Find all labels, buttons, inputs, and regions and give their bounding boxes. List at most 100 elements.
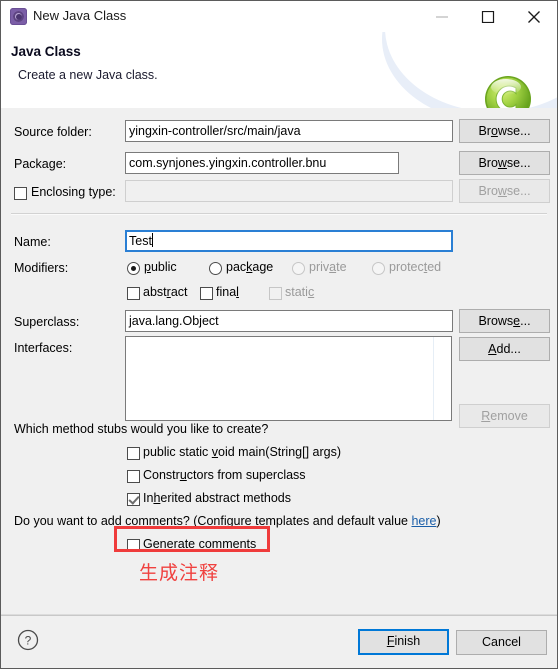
- mod-pre: pac: [226, 260, 247, 274]
- class-name-value: Test: [129, 234, 152, 248]
- modifier-radio-public[interactable]: [127, 262, 140, 275]
- mod-pre: protec: [389, 260, 424, 274]
- page-title: Java Class: [11, 44, 81, 59]
- modifiers-label: Modifiers:: [14, 261, 69, 275]
- comments-question-pre: Do you want to add comments? (Configure …: [14, 514, 412, 528]
- interfaces-scrollbar[interactable]: [433, 337, 451, 420]
- mod-mnemonic: l: [236, 285, 239, 299]
- interfaces-label: Interfaces:: [14, 341, 73, 355]
- new-java-class-dialog: New Java Class Java Class Create a new J…: [0, 0, 558, 669]
- stub-checkbox-constructors[interactable]: [127, 470, 140, 483]
- help-icon[interactable]: ?: [17, 629, 39, 651]
- modifier-label-private: private: [309, 260, 347, 274]
- browse-label-mnemonic: w: [497, 184, 507, 198]
- mod-post: act: [170, 285, 188, 299]
- package-browse-button[interactable]: Browse...: [459, 151, 550, 175]
- interfaces-add-button[interactable]: Add...: [459, 337, 550, 361]
- mod-pre: stati: [285, 285, 308, 299]
- gen-post: enerate comments: [152, 537, 257, 551]
- stub-pre: In: [143, 491, 154, 505]
- dialog-footer: ? Finish Cancel: [1, 614, 557, 668]
- browse-label-post: se...: [506, 184, 531, 198]
- browse-label-pre: Bro: [478, 156, 498, 170]
- finish-button[interactable]: Finish: [358, 629, 449, 655]
- mod-post: ublic: [150, 260, 177, 274]
- java-class-wizard-icon: [10, 8, 27, 25]
- superclass-label: Superclass:: [14, 315, 80, 329]
- remove-label-mnemonic: R: [481, 409, 491, 423]
- modifier-label-static: static: [285, 285, 314, 299]
- comments-question: Do you want to add comments? (Configure …: [14, 514, 441, 528]
- modifier-label-final: final: [216, 285, 239, 299]
- name-label: Name:: [14, 235, 51, 249]
- stub-label-main-method: public static void main(String[] args): [143, 445, 341, 459]
- modifier-checkbox-abstract[interactable]: [127, 287, 140, 300]
- mod-mnemonic: c: [307, 285, 315, 299]
- enclosing-type-browse-button[interactable]: Browse...: [459, 179, 550, 203]
- modifier-label-public: public: [144, 260, 177, 274]
- modifier-label-abstract: abstract: [143, 285, 188, 299]
- wizard-banner: Java Class Create a new Java class.: [1, 32, 557, 109]
- text-caret: [151, 233, 153, 247]
- title-bar: New Java Class: [1, 1, 557, 33]
- stub-post: oid main(String[] args): [218, 445, 341, 459]
- add-label-mnemonic: A: [488, 342, 497, 356]
- green-c-sphere-logo: [485, 76, 531, 108]
- window-title: New Java Class: [33, 8, 127, 23]
- enclosing-type-input[interactable]: [125, 180, 453, 202]
- modifier-checkbox-final[interactable]: [200, 287, 213, 300]
- enclosing-type-label: Enclosing type:: [31, 185, 116, 199]
- generate-comments-label: Generate comments: [143, 537, 256, 551]
- stub-checkbox-inherited-abstract[interactable]: [127, 493, 140, 506]
- annotation-text: 生成注释: [139, 563, 220, 584]
- stub-post: ctors from superclass: [186, 468, 306, 482]
- mod-post: te: [336, 260, 347, 274]
- gen-mnemonic: G: [143, 537, 153, 551]
- mod-post: age: [252, 260, 274, 274]
- stub-checkbox-main-method[interactable]: [127, 447, 140, 460]
- remove-label-post: emove: [490, 409, 528, 423]
- modifier-checkbox-static[interactable]: [269, 287, 282, 300]
- interfaces-remove-button[interactable]: Remove: [459, 404, 550, 428]
- package-label: Package:: [14, 157, 67, 171]
- enclosing-type-checkbox[interactable]: [14, 187, 27, 200]
- generate-comments-checkbox[interactable]: [127, 539, 140, 552]
- source-folder-browse-button[interactable]: Browse...: [459, 119, 550, 143]
- browse-label-post: wse...: [497, 124, 531, 138]
- finish-post: inish: [394, 634, 421, 648]
- mod-post: ed: [427, 260, 442, 274]
- modifier-radio-private[interactable]: [292, 262, 305, 275]
- browse-label-mnemonic: w: [497, 156, 507, 170]
- mod-pre: priv: [309, 260, 330, 274]
- browse-label-pre: Br: [478, 124, 491, 138]
- method-stubs-question: Which method stubs would you like to cre…: [14, 422, 269, 436]
- package-input[interactable]: com.synjones.yingxin.controller.bnu: [125, 152, 399, 174]
- modifier-radio-protected[interactable]: [372, 262, 385, 275]
- cancel-button[interactable]: Cancel: [456, 630, 547, 655]
- superclass-browse-button[interactable]: Browse...: [459, 309, 550, 333]
- modifier-label-package: package: [226, 260, 273, 274]
- stub-pre: public static: [143, 445, 212, 459]
- class-name-input[interactable]: Test: [125, 230, 453, 252]
- add-label-post: dd...: [496, 342, 521, 356]
- comments-question-post: ): [436, 514, 441, 528]
- mod-pre: fina: [216, 285, 237, 299]
- browse-label-post: ...: [520, 314, 531, 328]
- browse-label-post: se...: [506, 156, 531, 170]
- page-description: Create a new Java class.: [18, 68, 158, 82]
- mod-pre: abst: [143, 285, 167, 299]
- minimize-button[interactable]: [419, 1, 465, 32]
- maximize-button[interactable]: [465, 1, 511, 32]
- source-folder-input[interactable]: yingxin-controller/src/main/java: [125, 120, 453, 142]
- browse-label-mnemonic: o: [490, 124, 498, 138]
- configure-templates-link[interactable]: here: [411, 514, 436, 528]
- modifier-radio-package[interactable]: [209, 262, 222, 275]
- source-folder-label: Source folder:: [14, 125, 92, 139]
- interfaces-list[interactable]: [125, 336, 452, 421]
- modifier-label-protected: protected: [389, 260, 441, 274]
- close-button[interactable]: [511, 1, 557, 32]
- mod-mnemonic: p: [144, 260, 151, 274]
- stub-label-constructors: Constructors from superclass: [143, 468, 306, 482]
- superclass-input[interactable]: java.lang.Object: [125, 310, 453, 332]
- browse-label-pre: Brows: [478, 314, 514, 328]
